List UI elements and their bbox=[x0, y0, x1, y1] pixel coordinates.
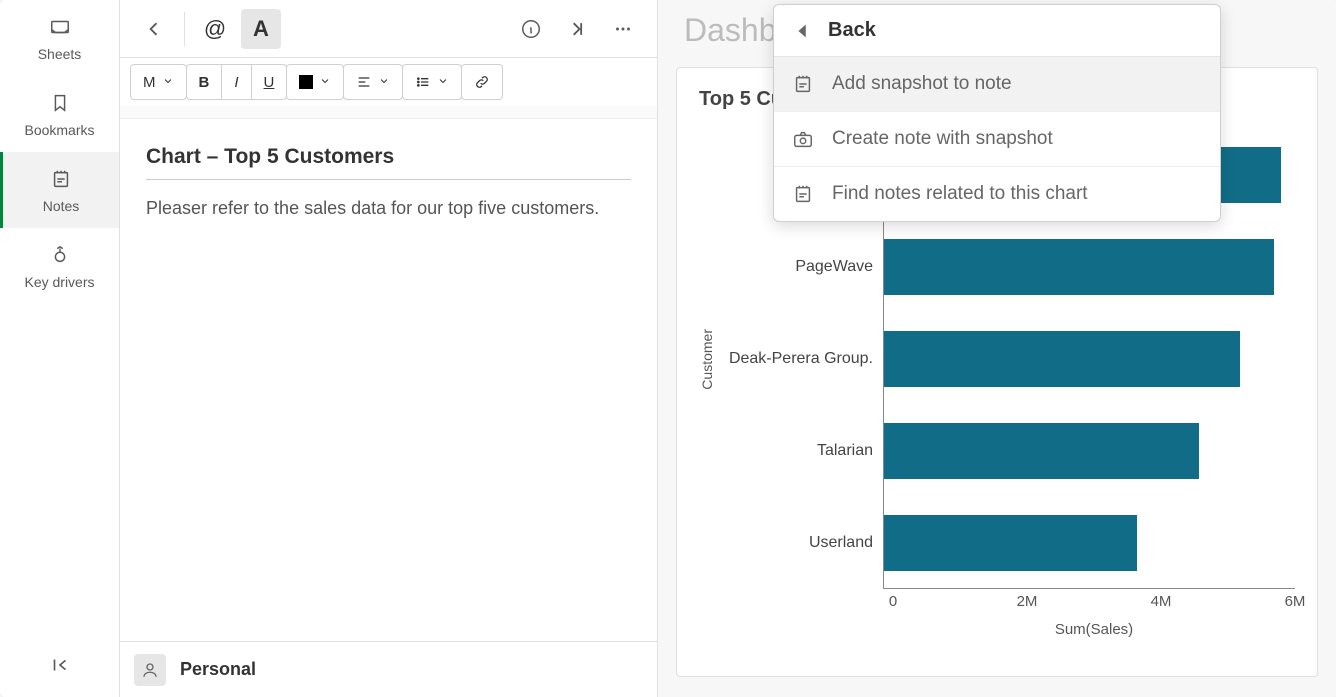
context-item-label: Find notes related to this chart bbox=[832, 183, 1088, 205]
chart-bar bbox=[884, 331, 1240, 387]
camera-icon bbox=[792, 128, 814, 150]
chart-x-tick: 4M bbox=[1151, 593, 1172, 610]
chart-x-tick: 6M bbox=[1285, 593, 1306, 610]
more-horizontal-icon bbox=[612, 18, 634, 40]
link-icon bbox=[474, 74, 490, 90]
context-back-label: Back bbox=[828, 19, 876, 42]
chart-bar-row bbox=[884, 313, 1295, 405]
context-item-label: Create note with snapshot bbox=[832, 128, 1053, 150]
chart-category-label: Talarian bbox=[723, 405, 873, 497]
chart-bar-row bbox=[884, 405, 1295, 497]
chart-category-label: Userland bbox=[723, 497, 873, 589]
chevron-down-icon bbox=[437, 74, 449, 91]
chart-x-ticks: 02M4M6M bbox=[893, 589, 1295, 613]
avatar[interactable] bbox=[134, 654, 166, 686]
chevron-down-icon bbox=[378, 74, 390, 91]
notes-icon bbox=[50, 168, 72, 190]
context-item-label: Add snapshot to note bbox=[832, 73, 1012, 95]
sidebar-label: Notes bbox=[43, 198, 80, 214]
more-button[interactable] bbox=[603, 9, 643, 49]
color-select[interactable] bbox=[287, 65, 343, 99]
context-menu-find-notes[interactable]: Find notes related to this chart bbox=[774, 167, 1220, 221]
x-axis-label: Sum(Sales) bbox=[893, 621, 1295, 638]
notes-footer: Personal bbox=[120, 641, 657, 697]
chart-bar bbox=[884, 423, 1199, 479]
goto-end-button[interactable] bbox=[557, 9, 597, 49]
info-button[interactable] bbox=[511, 9, 551, 49]
font-size-label: M bbox=[143, 74, 156, 91]
sidebar-item-key-drivers[interactable]: Key drivers bbox=[0, 228, 119, 304]
notes-panel: @ A M B bbox=[120, 0, 658, 697]
mention-button[interactable]: @ bbox=[195, 9, 235, 49]
chevron-bar-right-icon bbox=[567, 19, 587, 39]
chart-bar-row bbox=[884, 497, 1295, 589]
info-icon bbox=[520, 18, 542, 40]
y-axis-label: Customer bbox=[699, 329, 715, 390]
chart-x-tick: 0 bbox=[889, 593, 897, 610]
link-button[interactable] bbox=[462, 65, 502, 99]
chart-bar-row bbox=[884, 221, 1295, 313]
chart-category-label: PageWave bbox=[723, 221, 873, 313]
sidebar-item-notes[interactable]: Notes bbox=[0, 152, 119, 228]
chart-category-label: Deak-Perera Group. bbox=[723, 313, 873, 405]
note-icon bbox=[792, 183, 814, 205]
sidebar-item-bookmarks[interactable]: Bookmarks bbox=[0, 76, 119, 152]
sidebar-label: Sheets bbox=[38, 46, 82, 62]
font-size-select[interactable]: M bbox=[131, 65, 186, 99]
align-select[interactable] bbox=[344, 65, 402, 99]
caret-left-icon bbox=[792, 20, 814, 42]
left-sidebar: Sheets Bookmarks Notes Key drivers bbox=[0, 0, 120, 697]
chevron-left-icon bbox=[144, 19, 164, 39]
italic-button[interactable]: I bbox=[221, 65, 250, 99]
context-menu-create-note[interactable]: Create note with snapshot bbox=[774, 112, 1220, 167]
sidebar-label: Bookmarks bbox=[24, 122, 94, 138]
sidebar-label: Key drivers bbox=[24, 274, 94, 290]
chart-bar bbox=[884, 239, 1274, 295]
chevron-down-icon bbox=[319, 74, 331, 91]
bold-button[interactable]: B bbox=[187, 65, 222, 99]
chevron-down-icon bbox=[162, 74, 174, 91]
collapse-icon bbox=[49, 654, 71, 676]
align-left-icon bbox=[356, 74, 372, 90]
notes-toolbar-format: M B I U bbox=[120, 58, 657, 106]
bookmark-icon bbox=[49, 92, 71, 114]
footer-label: Personal bbox=[180, 659, 256, 680]
underline-button[interactable]: U bbox=[251, 65, 287, 99]
chart-bar bbox=[884, 515, 1137, 571]
list-icon bbox=[415, 74, 431, 90]
note-title: Chart – Top 5 Customers bbox=[146, 145, 631, 180]
context-menu-back[interactable]: Back bbox=[774, 5, 1220, 57]
back-button[interactable] bbox=[134, 9, 174, 49]
list-select[interactable] bbox=[403, 65, 461, 99]
collapse-sidebar-button[interactable] bbox=[49, 654, 71, 681]
notes-toolbar-primary: @ A bbox=[120, 0, 657, 58]
text-style-button[interactable]: A bbox=[241, 9, 281, 49]
divider bbox=[184, 12, 185, 46]
note-editor[interactable]: Chart – Top 5 Customers Pleaser refer to… bbox=[120, 118, 657, 641]
note-icon bbox=[792, 73, 814, 95]
person-icon bbox=[141, 661, 159, 679]
key-drivers-icon bbox=[49, 244, 71, 266]
context-menu-add-snapshot[interactable]: Add snapshot to note bbox=[774, 57, 1220, 112]
snapshot-context-menu: Back Add snapshot to note Create note wi… bbox=[773, 4, 1221, 222]
sidebar-item-sheets[interactable]: Sheets bbox=[0, 0, 119, 76]
color-swatch bbox=[299, 75, 313, 89]
chart-x-tick: 2M bbox=[1017, 593, 1038, 610]
sheets-icon bbox=[49, 16, 71, 38]
note-body-text: Pleaser refer to the sales data for our … bbox=[146, 198, 631, 219]
